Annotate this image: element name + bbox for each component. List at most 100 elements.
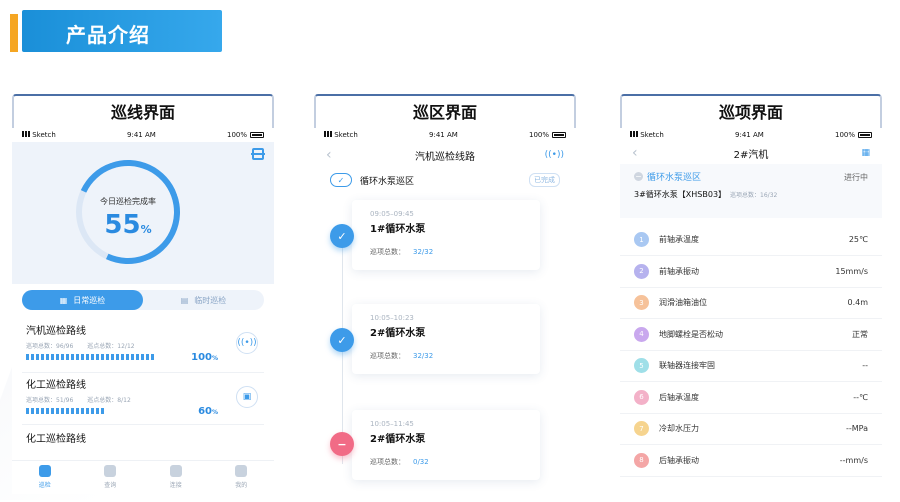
task-card[interactable]: 09:05–09:45 1#循环水泵 巡项总数： 32/32 xyxy=(352,200,540,270)
status-bar: Sketch 9:41 AM 100% xyxy=(314,128,576,142)
back-icon[interactable]: ‹ xyxy=(326,147,332,163)
task-time: 10:05–11:45 xyxy=(370,420,414,428)
task-card[interactable]: 10:05–10:23 2#循环水泵 巡项总数： 32/32 xyxy=(352,304,540,374)
inspection-item[interactable]: 8 后轴承振动 --mm/s xyxy=(620,445,882,477)
patrol-zone-card: 巡区界面 Sketch 9:41 AM 100% ‹ 汽机巡检线路 ((•)) … xyxy=(314,94,576,494)
battery-icon xyxy=(858,132,872,138)
tab-query-label: 查询 xyxy=(104,482,117,489)
task-card[interactable]: 10:05–11:45 2#循环水泵 巡项总数： 0/32 xyxy=(352,410,540,480)
list-icon: ▦ xyxy=(59,295,68,305)
zone-name[interactable]: 循环水泵巡区 xyxy=(634,170,868,183)
completion-value: 55% xyxy=(82,210,174,240)
clock: 9:41 AM xyxy=(127,131,156,139)
bluetooth-icon xyxy=(169,465,182,477)
nfc-icon[interactable]: ((•)) xyxy=(236,332,258,354)
divider xyxy=(22,372,264,373)
tab-query[interactable]: 查询 xyxy=(78,461,144,494)
battery-icon xyxy=(250,132,264,138)
carrier: Sketch xyxy=(630,131,664,139)
task-meta-value: 0/32 xyxy=(413,458,429,466)
inspection-item[interactable]: 2 前轴承振动 15mm/s xyxy=(620,256,882,288)
qr-code-icon[interactable]: ▣ xyxy=(236,386,258,408)
task-time: 10:05–10:23 xyxy=(370,314,414,322)
carrier: Sketch xyxy=(324,131,358,139)
carrier-label: Sketch xyxy=(640,131,664,139)
item-number-badge: 6 xyxy=(634,389,649,405)
item-label: 联轴器连接牢固 xyxy=(659,361,715,370)
tab-connect-label: 连接 xyxy=(169,482,182,489)
item-value: 0.4m xyxy=(847,298,868,307)
tab-mine[interactable]: 我的 xyxy=(209,461,275,494)
zone-row[interactable]: ✓ 循环水泵巡区 已完成 xyxy=(314,168,576,192)
route-name: 化工巡检路线 xyxy=(26,380,86,391)
phone-screen: Sketch 9:41 AM 100% ‹ 2#汽机 ▦ 循环水泵巡区 进行中 … xyxy=(620,128,882,494)
tab-connect[interactable]: 连接 xyxy=(143,461,209,494)
route-points-count: 巡点总数：8/12 xyxy=(87,397,131,404)
tab-temp-patrol[interactable]: ▤ 临时巡检 xyxy=(143,290,264,310)
task-meta: 巡项总数： 32/32 xyxy=(370,247,522,257)
tab-daily-patrol[interactable]: ▦ 日常巡检 xyxy=(22,290,143,310)
menu-grid-icon[interactable]: ▦ xyxy=(861,148,870,158)
zone-name: 循环水泵巡区 xyxy=(360,176,415,187)
task-meta: 巡项总数： 32/32 xyxy=(370,351,522,361)
card-title: 巡线界面 xyxy=(110,103,175,122)
item-number-badge: 5 xyxy=(634,358,649,373)
inspection-item[interactable]: 3 润滑油箱油位 0.4m xyxy=(620,287,882,319)
patrol-item-card: 巡项界面 Sketch 9:41 AM 100% ‹ 2#汽机 ▦ 循环水泵巡区… xyxy=(620,94,882,494)
pump-meta: 巡项总数：16/32 xyxy=(730,192,778,199)
signal-icon xyxy=(630,131,638,137)
item-number-badge: 8 xyxy=(634,452,649,468)
scan-icon[interactable] xyxy=(251,148,265,160)
back-icon[interactable]: ‹ xyxy=(632,145,638,161)
task-done-icon: ✓ xyxy=(330,224,354,248)
tab-patrol[interactable]: 巡检 xyxy=(12,461,78,494)
completion-number: 55 xyxy=(104,210,141,240)
inspection-item[interactable]: 4 地脚螺栓是否松动 正常 xyxy=(620,319,882,351)
route-percent: 100% xyxy=(191,352,218,363)
route-meta: 巡项总数：51/96 巡点总数：8/12 xyxy=(26,395,264,404)
battery-label: 100% xyxy=(226,131,247,139)
task-name: 1#循环水泵 xyxy=(370,224,426,235)
nfc-icon[interactable]: ((•)) xyxy=(545,150,564,160)
section-title: 产品介绍 xyxy=(66,23,150,47)
completion-panel: 今日巡检完成率 55% xyxy=(12,142,274,284)
zone-status-badge: 已完成 xyxy=(529,173,560,187)
task-time: 09:05–09:45 xyxy=(370,210,414,218)
route-name: 化工巡检路线 xyxy=(26,434,86,445)
clock: 9:41 AM xyxy=(429,131,458,139)
divider xyxy=(22,424,264,425)
zone-header: 循环水泵巡区 进行中 3#循环水泵【XHSB03】巡项总数：16/32 xyxy=(620,164,882,218)
nav-bar: ‹ 2#汽机 ▦ xyxy=(620,142,882,164)
task-name: 2#循环水泵 xyxy=(370,434,426,445)
item-label: 前轴承温度 xyxy=(659,235,699,244)
inspection-item[interactable]: 5 联轴器连接牢固 -- xyxy=(620,350,882,382)
route-percent-value: 60 xyxy=(198,406,212,417)
item-value: 25℃ xyxy=(848,235,868,244)
task-meta-label: 巡项总数： xyxy=(370,248,405,256)
item-value: 15mm/s xyxy=(835,266,868,276)
item-label: 润滑油箱油位 xyxy=(659,298,707,307)
route-item[interactable]: 化工巡检路线 巡项总数：51/96 巡点总数：8/12 60% ▣ xyxy=(26,376,264,426)
battery-label: 100% xyxy=(834,131,855,139)
calendar-icon: ▤ xyxy=(180,295,189,305)
task-meta-value: 32/32 xyxy=(413,248,434,256)
carrier: Sketch xyxy=(22,131,56,139)
task-meta-label: 巡项总数： xyxy=(370,352,405,360)
route-item[interactable]: 汽机巡检路线 巡项总数：96/96 巡点总数：12/12 100% ((•)) xyxy=(26,322,264,372)
card-title: 巡区界面 xyxy=(412,103,477,122)
inspection-item[interactable]: 7 冷却水压力 --MPa xyxy=(620,413,882,445)
route-progress-bar xyxy=(26,354,156,360)
patrol-route-card: 巡线界面 Sketch 9:41 AM 100% 今日巡检完成率 55% ▦ 日常… xyxy=(12,94,274,494)
inspection-item[interactable]: 1 前轴承温度 25℃ xyxy=(620,224,882,256)
item-value: -- xyxy=(862,361,868,370)
status-bar: Sketch 9:41 AM 100% xyxy=(12,128,274,142)
item-value: --mm/s xyxy=(839,455,868,465)
check-icon: ✓ xyxy=(330,173,352,187)
item-label: 后轴承振动 xyxy=(659,455,699,465)
nav-title: 2#汽机 xyxy=(733,149,769,161)
tab-mine-label: 我的 xyxy=(235,482,248,489)
inspection-item[interactable]: 6 后轴承温度 --℃ xyxy=(620,382,882,414)
tab-temp-label: 临时巡检 xyxy=(194,295,227,305)
bottom-tab-bar: 巡检 查询 连接 我的 xyxy=(12,460,274,494)
item-number-badge: 3 xyxy=(634,295,649,310)
